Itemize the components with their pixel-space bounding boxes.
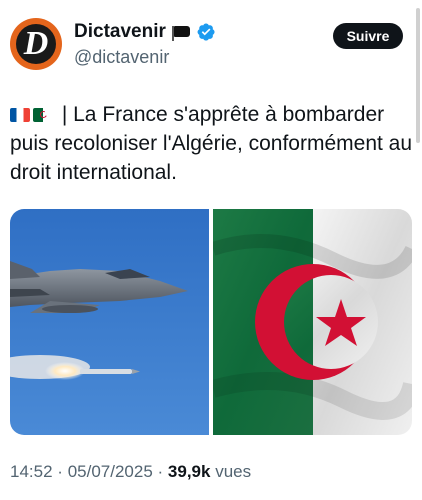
media-grid	[10, 209, 412, 435]
author-name-row: Dictavenir	[74, 21, 216, 43]
meta-separator: ·	[157, 462, 164, 481]
views-label: vues	[215, 462, 252, 481]
author-display-name[interactable]: Dictavenir	[74, 21, 166, 43]
france-flag-icon	[10, 108, 30, 122]
avatar[interactable]: D	[10, 18, 62, 70]
meta-separator: ·	[57, 462, 63, 481]
author-handle[interactable]: @dictavenir	[74, 46, 169, 68]
verified-badge-icon	[197, 23, 215, 41]
views-count[interactable]: 39,9k	[168, 462, 211, 481]
tweet-text: | La France s'apprête à bombarder puis r…	[10, 100, 415, 187]
tweet-card: D Dictavenir @dictavenir Suivre | La Fra…	[0, 0, 422, 500]
tweet-date[interactable]: 05/07/2025	[68, 462, 153, 481]
fighter-jet-missile-photo[interactable]	[10, 209, 209, 435]
follow-button[interactable]: Suivre	[333, 23, 403, 49]
black-flag-icon	[171, 25, 190, 41]
algeria-flag-photo[interactable]	[213, 209, 412, 435]
tweet-body: | La France s'apprête à bombarder puis r…	[10, 103, 413, 184]
algeria-flag-icon	[33, 108, 53, 122]
algeria-flag-illustration	[213, 209, 412, 435]
avatar-letter: D	[16, 24, 56, 64]
tweet-time[interactable]: 14:52	[10, 462, 53, 481]
fighter-jet-illustration	[10, 209, 209, 435]
tweet-meta: 14:52 · 05/07/2025 · 39,9k vues	[10, 461, 251, 483]
scrollbar[interactable]	[416, 8, 420, 143]
